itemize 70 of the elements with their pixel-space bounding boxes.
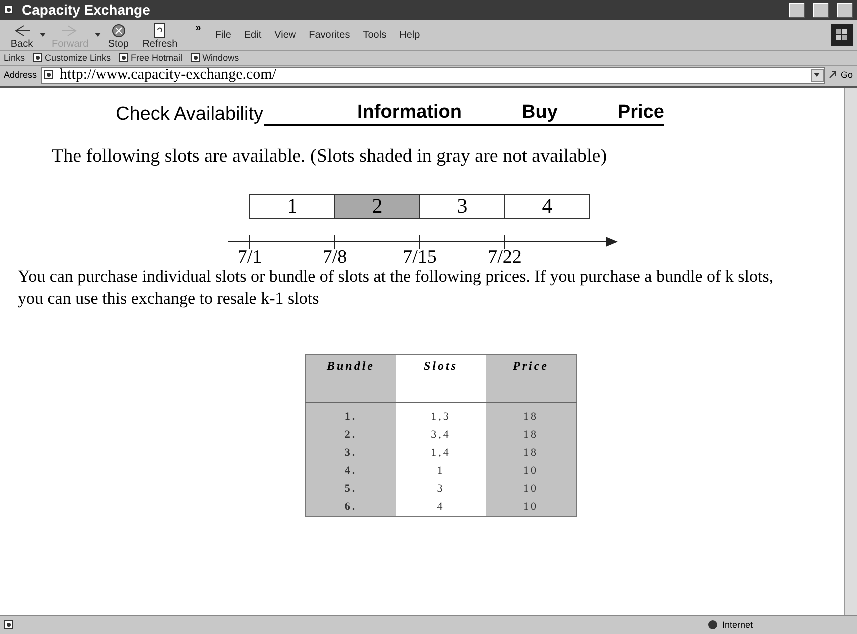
nav-tab[interactable]: Check Availability (116, 104, 264, 126)
slot-cell: 2 (334, 194, 420, 219)
page-icon (44, 70, 54, 80)
menu-item[interactable]: View (274, 30, 296, 40)
table-cell: 18 (486, 444, 576, 462)
table-cell: 3 (396, 480, 486, 498)
dropdown-button[interactable] (810, 68, 824, 82)
page-icon (4, 5, 14, 15)
toolbar-overflow[interactable]: » (196, 22, 202, 34)
caret-icon[interactable] (814, 73, 820, 77)
table-cell: 1,3 (396, 402, 486, 426)
menu-item[interactable]: Tools (363, 30, 387, 40)
page-icon (4, 620, 14, 630)
table-cell: 2. (306, 426, 396, 444)
table-cell: 5. (306, 480, 396, 498)
date-label: 7/15 (403, 247, 437, 264)
toolbar-button[interactable]: Stop (100, 20, 137, 50)
table-cell: 1,4 (396, 444, 486, 462)
column-header: Bundle (306, 354, 396, 403)
table-cell: 3,4 (396, 426, 486, 444)
page-icon (190, 53, 201, 63)
date-label: 7/8 (322, 247, 348, 264)
table-cell: 10 (486, 480, 576, 498)
address-label: Address (4, 70, 38, 80)
minimize-button[interactable] (789, 2, 805, 18)
links-label: Links (4, 53, 26, 63)
nav-tab[interactable]: Information (264, 102, 462, 126)
go-arrow-icon (828, 71, 837, 79)
nav-tab[interactable]: Buy (462, 102, 558, 126)
slot-cell: 4 (504, 194, 590, 219)
table-cell: 1. (306, 402, 396, 426)
table-cell: 1 (396, 462, 486, 480)
date-label: 7/1 (238, 247, 262, 264)
slot-cell: 3 (420, 194, 506, 219)
table-cell: 4 (396, 498, 486, 517)
link-item[interactable]: Customize Links (33, 53, 112, 63)
nav-tab[interactable]: Price (558, 102, 664, 126)
slot-cell: 1 (250, 194, 336, 219)
menu-item[interactable]: Favorites (309, 30, 350, 40)
menu-item[interactable]: File (215, 30, 232, 40)
column-header: Slots (396, 354, 486, 403)
date-label: 7/22 (488, 247, 522, 264)
zone-label: Internet (722, 620, 753, 630)
table-cell: 6. (306, 498, 396, 517)
toolbar-button[interactable]: Refresh (136, 20, 184, 50)
description-text: You can purchase individual slots or bundle of slots at the following prices. If you purchase a bundle of k slots, you can use this exchange to resale k-1 slots (18, 266, 775, 310)
menu-item[interactable]: Help (400, 30, 420, 40)
maximize-button[interactable] (813, 2, 829, 18)
table-cell: 18 (486, 402, 576, 426)
toolbar-button[interactable]: Back (4, 20, 40, 50)
close-button[interactable] (837, 2, 853, 18)
window-title: Capacity Exchange (22, 2, 152, 18)
go-button[interactable]: Go (840, 70, 853, 80)
intro-text: The following slots are available. (Slots shaded in gray are not available) (52, 146, 608, 168)
table-cell: 4. (306, 462, 396, 480)
page-icon (119, 53, 130, 63)
caret-icon[interactable] (40, 33, 46, 37)
windows-logo-icon (831, 24, 853, 46)
link-item[interactable]: Windows (190, 53, 240, 63)
table-cell: 18 (486, 426, 576, 444)
link-item[interactable]: Free Hotmail (119, 53, 183, 63)
menu-item[interactable]: Edit (244, 30, 262, 40)
table-cell: 10 (486, 498, 576, 517)
scrollbar[interactable] (844, 88, 857, 615)
column-header: Price (486, 354, 576, 403)
table-cell: 3. (306, 444, 396, 462)
table-cell: 10 (486, 462, 576, 480)
caret-icon[interactable] (94, 33, 101, 37)
page-icon (33, 53, 44, 63)
address-field[interactable]: http://www.capacity-exchange.com/ (41, 66, 825, 84)
